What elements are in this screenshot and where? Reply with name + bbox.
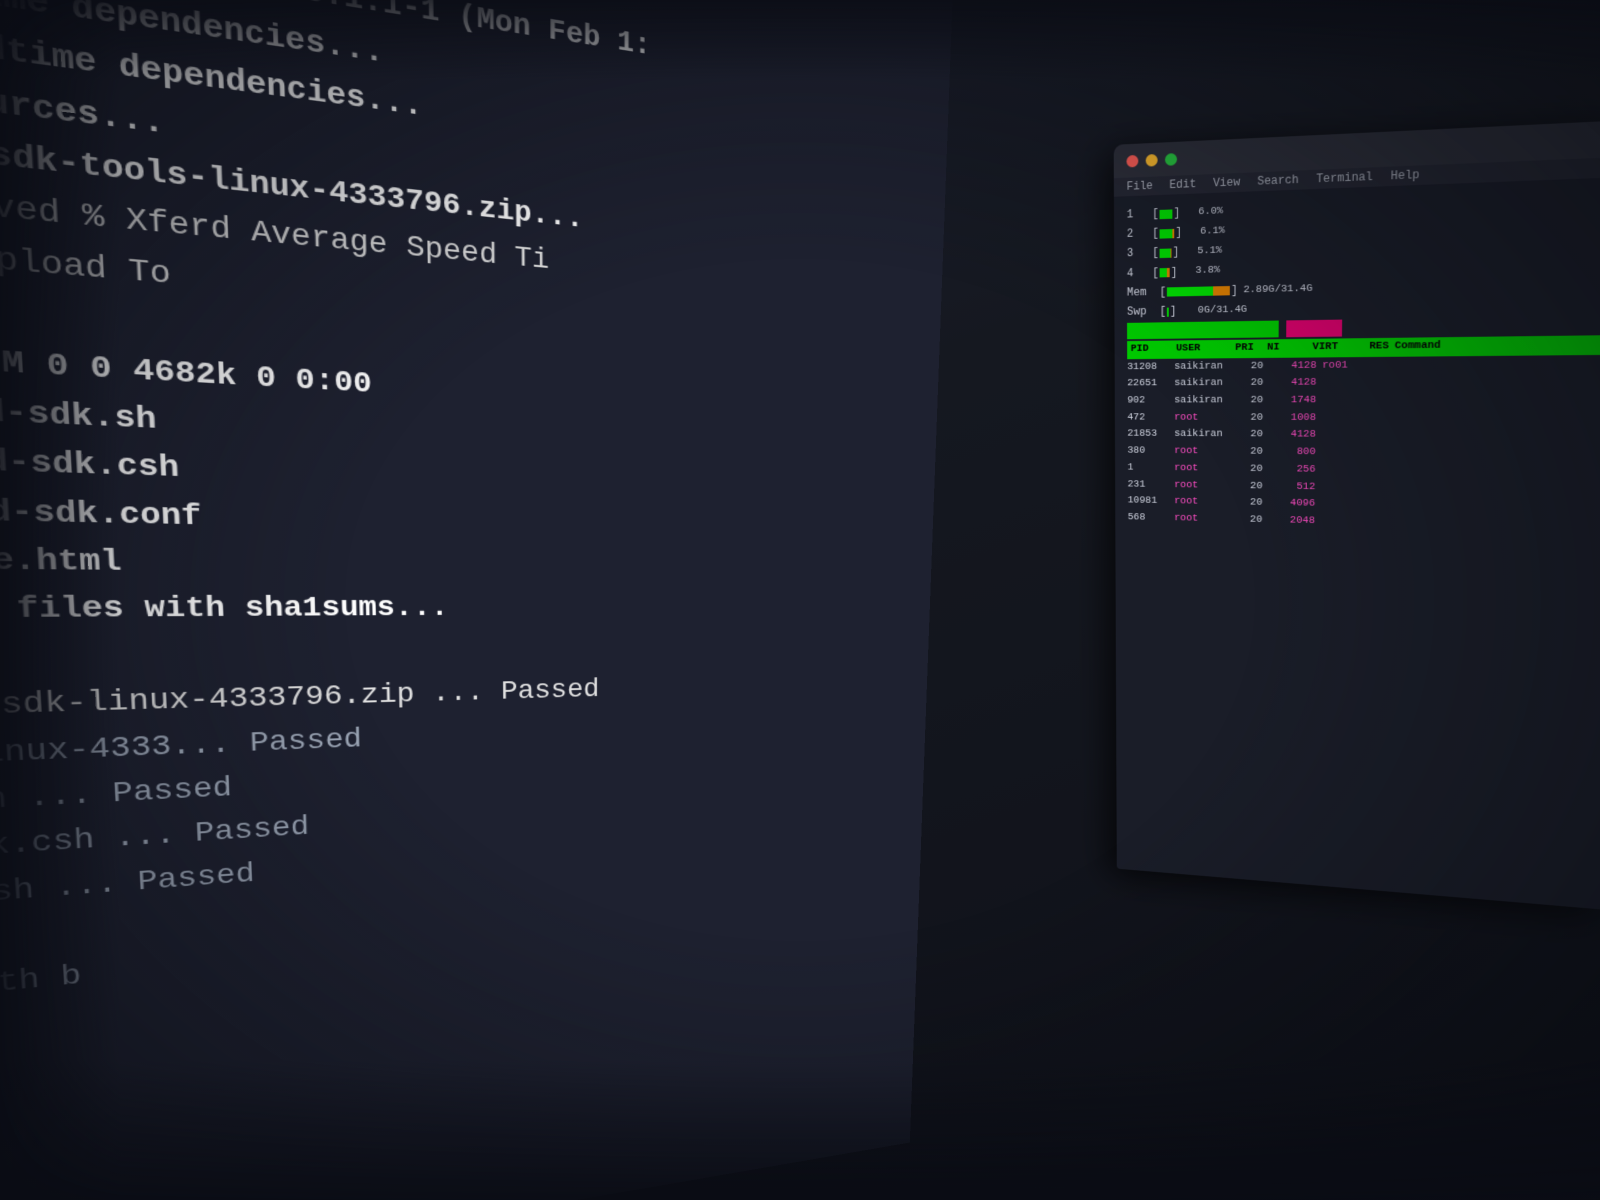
proc-user-root: root [1174,460,1229,477]
cpu-label: 3 [1127,245,1152,263]
col-pid: PID [1131,342,1171,358]
proc-res: 1008 [1269,409,1317,426]
close-button[interactable] [1126,154,1138,167]
swp-bar [1167,307,1169,316]
proc-user: saikiran [1174,358,1229,376]
proc-pid: 902 [1127,393,1169,410]
proc-pid: 1 [1128,460,1169,477]
mem-bar-green [1167,287,1213,297]
proc-pri: 20 [1235,444,1263,461]
col-virt: VIRT [1294,340,1338,357]
cpu-pct: 5.1% [1185,243,1222,260]
cpu-label: 2 [1127,225,1153,244]
menu-file[interactable]: File [1127,179,1153,193]
cpu-label: 1 [1127,206,1153,225]
proc-user-root: root [1174,494,1229,512]
proc-res: 1748 [1269,392,1317,409]
proc-res: 4128 [1269,375,1317,393]
cpu-pct: 6.1% [1188,224,1225,242]
proc-pri: 20 [1234,494,1262,511]
swp-label: Swp [1127,303,1160,321]
menu-edit[interactable]: Edit [1169,178,1196,192]
tag-green [1127,321,1279,339]
mem-values: 2.89G/31.4G [1243,281,1312,299]
proc-pri: 20 [1235,478,1263,495]
proc-pid: 21853 [1127,426,1168,443]
terminal-fg: File Edit View Search Terminal Help 1 [ … [1114,120,1600,910]
cpu-pct: 3.8% [1183,263,1220,280]
process-row: 472 root 20 1008 [1127,409,1600,427]
process-row: 902 saikiran 20 1748 [1127,391,1600,409]
proc-pid: 31208 [1127,359,1169,376]
proc-res: 512 [1268,478,1315,496]
cpu-bar-green [1160,248,1171,258]
cpu-label: 4 [1127,264,1152,282]
terminal-content: 1 [ ] 6.0% 2 [ ] 6.1% 3 [ ] 5.1% [1114,178,1600,893]
proc-pri: 20 [1235,358,1263,375]
proc-res: 4128 [1268,427,1316,444]
proc-user: saikiran [1174,375,1229,392]
col-user: USER [1176,341,1230,358]
proc-user-root: root [1174,477,1229,495]
cpu-bar-orange [1173,229,1175,238]
cpu-pct: 6.0% [1186,204,1223,222]
proc-res: 4096 [1268,495,1315,513]
proc-user-root: root [1174,443,1229,460]
proc-res: 256 [1268,461,1315,479]
menu-search[interactable]: Search [1257,173,1299,188]
cpu-bar-orange [1171,248,1172,257]
swp-values: 0G/31.4G [1182,302,1247,319]
proc-pid: 380 [1127,443,1168,460]
proc-user: saikiran [1174,392,1229,409]
proc-extra: ro01 [1322,357,1348,375]
proc-pri: 20 [1234,511,1262,528]
proc-pri: 20 [1235,392,1263,409]
col-pri: PRI [1235,340,1261,357]
minimize-button[interactable] [1146,154,1158,167]
col-ni: NI [1267,340,1288,357]
mem-label: Mem [1127,284,1160,302]
menu-help[interactable]: Help [1391,168,1420,183]
cpu-bar-green [1160,268,1167,277]
col-res: RES [1344,339,1389,356]
cpu-bar-green [1160,229,1173,239]
cpu-bar-orange [1167,268,1170,277]
terminal-main: installing package package: android-sdk … [0,0,953,1200]
proc-pid: 568 [1128,509,1169,526]
maximize-button[interactable] [1165,153,1177,166]
proc-pri: 20 [1235,375,1263,392]
col-cmd: Command [1395,338,1441,355]
tag-pink [1286,320,1342,337]
proc-pid: 472 [1127,409,1168,426]
mem-bar-orange [1213,286,1230,296]
proc-pri: 20 [1235,461,1263,478]
proc-res: 4128 [1269,357,1317,375]
proc-res: 2048 [1268,512,1315,530]
process-row: 22651 saikiran 20 4128 [1127,373,1600,393]
proc-user-root: root [1174,510,1229,528]
menu-terminal[interactable]: Terminal [1316,170,1373,186]
proc-res: 800 [1268,444,1315,462]
proc-pid: 231 [1128,476,1169,493]
proc-pri: 20 [1235,427,1263,444]
screen: installing package package: android-sdk … [0,0,1600,1200]
menu-view[interactable]: View [1213,176,1240,190]
process-list: 31208 saikiran 20 4128 ro01 22651 saikir… [1127,355,1600,536]
proc-user-root: root [1174,409,1229,426]
cpu-bar-green [1160,209,1173,219]
proc-pid: 10981 [1128,493,1169,510]
proc-user: saikiran [1174,426,1229,443]
proc-pri: 20 [1235,409,1263,426]
proc-pid: 22651 [1127,376,1169,393]
separator [1127,318,1600,338]
